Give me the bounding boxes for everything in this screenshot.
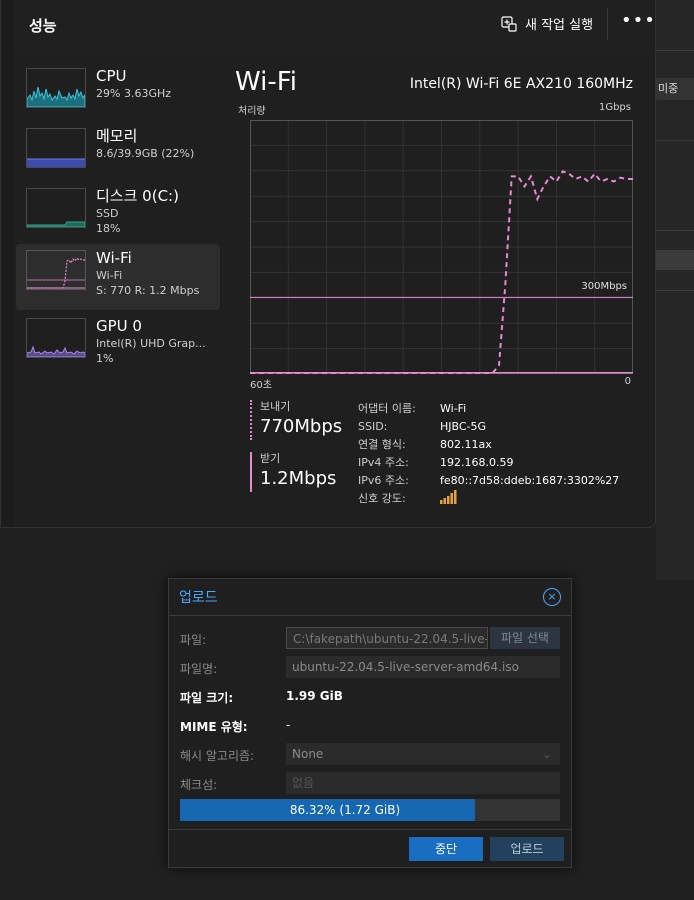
upload-button[interactable]: 업로드 bbox=[490, 837, 564, 861]
recv-value: 1.2Mbps bbox=[260, 468, 337, 489]
send-stat: 보내기 770Mbps bbox=[250, 400, 342, 440]
upload-dialog: 업로드 × 파일: C:\fakepath\ubuntu-22.04.5-liv… bbox=[168, 578, 572, 868]
sidebar-item-disk[interactable]: 디스크 0(C:) SSD 18% bbox=[16, 182, 220, 248]
sidebar-item-detail: SSD bbox=[96, 207, 119, 220]
adapter-properties: 어댑터 이름: Wi-Fi SSID: HJBC-5G 연결 형식: 802.11ax… bbox=[358, 400, 619, 508]
background-highlight bbox=[656, 250, 694, 270]
sidebar-item-memory[interactable]: 메모리 8.6/39.9GB (22%) bbox=[16, 122, 220, 188]
wifi-thumbnail-graph bbox=[26, 250, 86, 290]
send-value: 770Mbps bbox=[260, 416, 343, 437]
filename-label: 파일명: bbox=[180, 662, 218, 676]
choose-file-button[interactable]: 파일 선택 bbox=[490, 627, 560, 649]
dialog-title: 업로드 bbox=[179, 590, 218, 606]
sidebar-item-name: CPU bbox=[96, 67, 127, 85]
property-key: IPv6 주소: bbox=[358, 474, 409, 487]
property-row: IPv6 주소: fe80::7d58:ddeb:1687:3302%27 bbox=[358, 472, 619, 490]
throughput-graph bbox=[250, 120, 633, 374]
upload-progress-bar: 86.32% (1.72 GiB) bbox=[180, 799, 560, 821]
property-value: 802.11ax bbox=[440, 438, 492, 451]
sidebar-item-name: 디스크 0(C:) bbox=[96, 187, 179, 205]
filename-row: 파일명: ubuntu-22.04.5-live-server-amd64.is… bbox=[180, 656, 560, 680]
memory-thumbnail-graph bbox=[26, 128, 86, 168]
sidebar-item-detail: 8.6/39.9GB (22%) bbox=[96, 147, 195, 160]
property-value: fe80::7d58:ddeb:1687:3302%27 bbox=[440, 474, 620, 487]
progress-text: 86.32% (1.72 GiB) bbox=[289, 803, 401, 817]
gpu-thumbnail-graph bbox=[26, 318, 86, 358]
recv-stat: 받기 1.2Mbps bbox=[250, 452, 336, 492]
background-button-label: 미중 bbox=[658, 82, 679, 95]
checksum-input[interactable]: 없음 bbox=[286, 772, 560, 794]
file-row: 파일: C:\fakepath\ubuntu-22.04.5-live-serv… bbox=[180, 627, 560, 651]
property-key: 연결 형식: bbox=[358, 438, 406, 451]
new-task-label: 새 작업 실행 bbox=[525, 18, 594, 33]
property-key: SSID: bbox=[358, 420, 388, 433]
cpu-thumbnail-graph bbox=[26, 68, 86, 108]
property-value: 192.168.0.59 bbox=[440, 456, 514, 469]
sidebar-item-name: 메모리 bbox=[96, 127, 138, 145]
sidebar-item-detail: 29% 3.63GHz bbox=[96, 87, 172, 100]
property-row: IPv4 주소: 192.168.0.59 bbox=[358, 454, 619, 472]
task-manager-header: 성능 새 작업 실행 ••• bbox=[13, 0, 656, 50]
main-title: Wi-Fi bbox=[235, 67, 298, 97]
size-label: 파일 크기: bbox=[180, 691, 234, 705]
header-divider bbox=[607, 8, 608, 40]
chevron-down-icon: ⌄ bbox=[541, 747, 552, 761]
hash-row: 해시 알고리즘: None ⌄ bbox=[180, 743, 560, 767]
file-label: 파일: bbox=[180, 633, 207, 647]
background-button[interactable]: 미중 bbox=[654, 78, 694, 100]
sidebar-item-wifi[interactable]: Wi-Fi Wi-Fi S: 770 R: 1.2 Mbps bbox=[16, 244, 220, 310]
abort-button[interactable]: 중단 bbox=[409, 837, 483, 861]
adapter-name: Intel(R) Wi-Fi 6E AX210 160MHz bbox=[409, 76, 633, 92]
signal-strength-icon bbox=[440, 490, 458, 508]
recv-label: 받기 bbox=[260, 452, 281, 465]
dialog-footer-divider bbox=[169, 829, 571, 830]
file-input[interactable]: C:\fakepath\ubuntu-22.04.5-live-server-a… bbox=[286, 627, 488, 649]
property-value: Wi-Fi bbox=[440, 402, 467, 415]
sidebar-item-gpu[interactable]: GPU 0 Intel(R) UHD Grap... 1% bbox=[16, 312, 220, 378]
property-row: 연결 형식: 802.11ax bbox=[358, 436, 619, 454]
graph-grid bbox=[250, 120, 633, 374]
filename-input[interactable]: ubuntu-22.04.5-live-server-amd64.iso bbox=[286, 656, 560, 678]
mime-value: - bbox=[286, 718, 291, 732]
new-task-button[interactable]: 새 작업 실행 bbox=[501, 14, 593, 33]
hash-select[interactable]: None ⌄ bbox=[286, 743, 560, 765]
mime-row: MIME 유형: - bbox=[180, 714, 560, 738]
sidebar-item-name: GPU 0 bbox=[96, 317, 142, 335]
task-manager-window: 성능 새 작업 실행 ••• CPU 29% 3.63GHz 메모리 8.6/3… bbox=[0, 0, 656, 528]
sidebar-item-detail: 18% bbox=[96, 222, 121, 235]
y-axis-max-label: 1Gbps bbox=[598, 102, 631, 113]
close-icon[interactable]: × bbox=[543, 588, 561, 606]
property-row: SSID: HJBC-5G bbox=[358, 418, 619, 436]
disk-thumbnail-graph bbox=[26, 188, 86, 228]
hash-label: 해시 알고리즘: bbox=[180, 749, 255, 763]
property-key: 신호 강도: bbox=[358, 492, 406, 505]
property-key: IPv4 주소: bbox=[358, 456, 409, 469]
sidebar-item-cpu[interactable]: CPU 29% 3.63GHz bbox=[16, 62, 220, 128]
sidebar-item-detail: Wi-Fi bbox=[96, 269, 123, 282]
scale-marker-label: 300Mbps bbox=[581, 281, 627, 292]
property-value: HJBC-5G bbox=[440, 420, 487, 433]
sidebar-item-detail: Intel(R) UHD Grap... bbox=[96, 337, 206, 350]
page-title: 성능 bbox=[29, 17, 57, 35]
sidebar-item-detail: S: 770 R: 1.2 Mbps bbox=[96, 284, 200, 297]
size-value: 1.99 GiB bbox=[286, 689, 343, 703]
property-row: 신호 강도: bbox=[358, 490, 619, 508]
size-row: 파일 크기: 1.99 GiB bbox=[180, 685, 560, 709]
x-axis-left-label: 60초 bbox=[250, 380, 272, 391]
send-label: 보내기 bbox=[260, 400, 291, 413]
x-axis-right-label: 0 bbox=[624, 376, 631, 387]
new-task-icon bbox=[501, 15, 517, 32]
sidebar-item-detail: 1% bbox=[96, 352, 114, 365]
hash-select-value: None bbox=[292, 747, 324, 761]
property-key: 어댑터 이름: bbox=[358, 402, 416, 415]
sidebar-item-name: Wi-Fi bbox=[96, 249, 132, 267]
dialog-divider bbox=[169, 615, 571, 616]
mime-label: MIME 유형: bbox=[180, 720, 248, 734]
checksum-label: 체크섬: bbox=[180, 778, 218, 792]
property-row: 어댑터 이름: Wi-Fi bbox=[358, 400, 619, 418]
more-options-icon[interactable]: ••• bbox=[621, 10, 656, 31]
y-axis-label: 처리량 bbox=[238, 106, 266, 117]
checksum-row: 체크섬: 없음 bbox=[180, 772, 560, 796]
